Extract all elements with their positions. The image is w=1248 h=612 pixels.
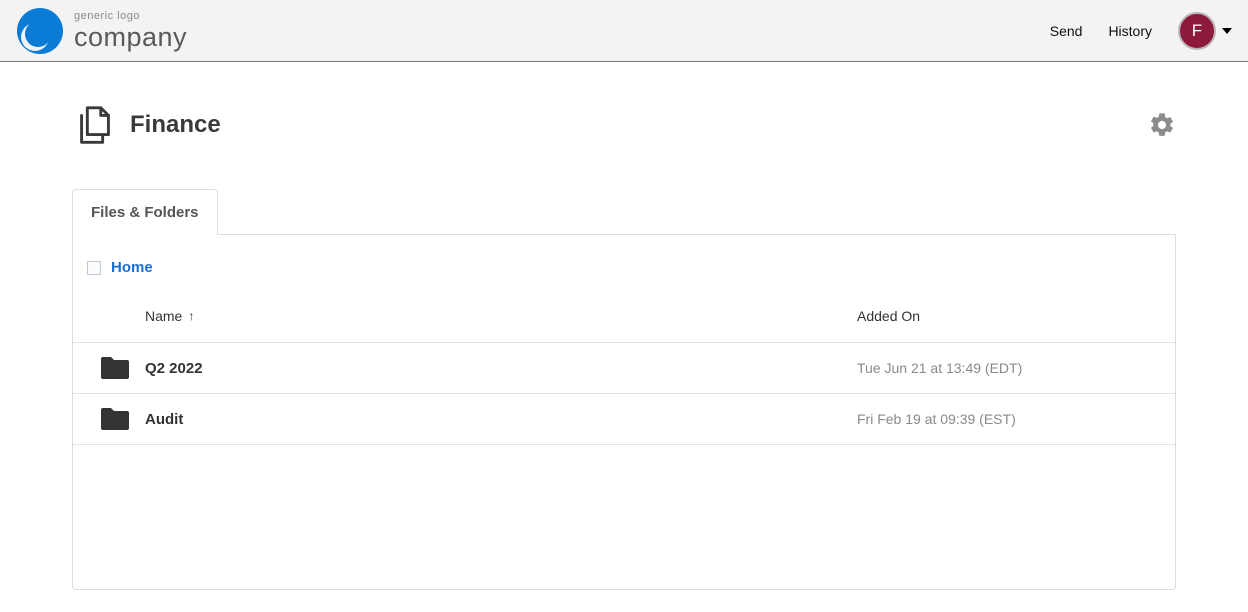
logo-company-name: company [74,24,187,51]
avatar-initial: F [1192,21,1202,41]
row-added-on: Tue Jun 21 at 13:49 (EDT) [857,360,1161,376]
user-menu[interactable]: F [1178,12,1232,50]
page-title: Finance [130,111,221,139]
logo-tagline: generic logo [74,11,187,22]
table-row[interactable]: Q2 2022 Tue Jun 21 at 13:49 (EDT) [73,343,1175,394]
column-name[interactable]: Name ↑ [87,308,857,324]
tabs: Files & Folders [72,188,1176,235]
row-name: Q2 2022 [143,360,857,377]
breadcrumb: Home [73,235,1175,294]
main-content: Finance Files & Folders Home Name ↑ Adde… [0,62,1248,590]
column-name-label: Name [145,308,182,324]
logo-text: generic logo company [74,11,187,51]
row-name: Audit [143,411,857,428]
documents-icon [72,102,118,148]
avatar: F [1178,12,1216,50]
row-added-on: Fri Feb 19 at 09:39 (EST) [857,411,1161,427]
column-added-on-label: Added On [857,308,920,324]
folder-icon [87,355,143,381]
breadcrumb-home[interactable]: Home [111,259,153,276]
nav-history[interactable]: History [1108,23,1152,39]
files-panel: Home Name ↑ Added On Q2 2022 Tue Jun 21 … [72,235,1176,590]
logo-mark-icon [16,7,64,55]
caret-down-icon [1222,28,1232,34]
nav-send[interactable]: Send [1050,23,1083,39]
app-header: generic logo company Send History F [0,0,1248,62]
folder-icon [87,406,143,432]
tab-files-folders[interactable]: Files & Folders [72,189,218,235]
page-header: Finance [72,102,1176,148]
logo[interactable]: generic logo company [16,7,187,55]
table-header: Name ↑ Added On [73,294,1175,343]
select-all-checkbox[interactable] [87,261,101,275]
header-nav: Send History F [1050,12,1232,50]
sort-ascending-icon: ↑ [188,309,194,323]
gear-icon[interactable] [1148,111,1176,139]
column-added-on[interactable]: Added On [857,308,1161,324]
table-row[interactable]: Audit Fri Feb 19 at 09:39 (EST) [73,394,1175,445]
